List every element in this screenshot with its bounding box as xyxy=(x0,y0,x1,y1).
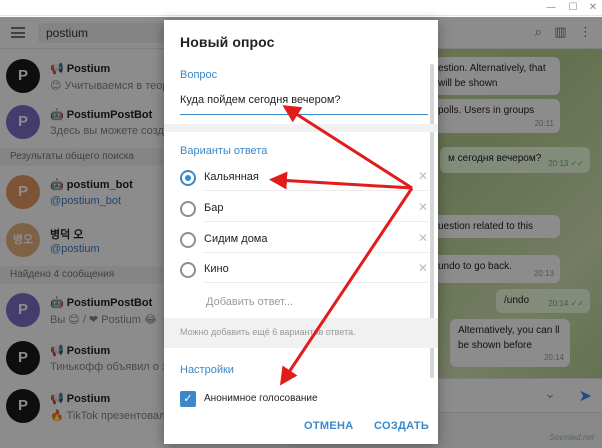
create-button[interactable]: СОЗДАТЬ xyxy=(374,420,429,432)
option-underline xyxy=(204,252,428,253)
remove-option-icon[interactable]: ✕ xyxy=(418,169,428,183)
radio[interactable] xyxy=(180,232,196,248)
question-section-label: Вопрос xyxy=(180,69,218,81)
remove-option-icon[interactable]: ✕ xyxy=(418,261,428,275)
question-input[interactable]: Куда пойдем сегодня вечером? xyxy=(180,94,341,106)
settings-section-label: Настройки xyxy=(180,364,234,376)
dialog-title: Новый опрос xyxy=(180,34,275,50)
anonymous-label: Анонимное голосование xyxy=(204,393,318,404)
close-icon[interactable]: ✕ xyxy=(586,1,600,14)
dialog-footer: ОТМЕНА СОЗДАТЬ xyxy=(164,410,438,444)
poll-option-2[interactable]: Бар ✕ xyxy=(180,199,428,222)
poll-option-1[interactable]: Кальянная ✕ xyxy=(180,168,428,191)
question-underline xyxy=(180,114,428,115)
poll-option-3[interactable]: Сидим дома ✕ xyxy=(180,230,428,253)
option-input[interactable]: Кальянная xyxy=(204,171,259,183)
radio[interactable] xyxy=(180,262,196,278)
maximize-icon[interactable]: ☐ xyxy=(566,1,580,14)
option-input[interactable]: Бар xyxy=(204,202,223,214)
add-option-input[interactable]: Добавить ответ... xyxy=(206,296,293,308)
new-poll-dialog: Новый опрос Вопрос Куда пойдем сегодня в… xyxy=(164,20,438,444)
poll-option-4[interactable]: Кино ✕ xyxy=(180,260,428,283)
option-underline xyxy=(204,282,428,283)
section-divider xyxy=(164,124,438,132)
option-underline xyxy=(204,221,428,222)
radio[interactable] xyxy=(180,201,196,217)
option-input[interactable]: Кино xyxy=(204,263,229,275)
window-titlebar: — ☐ ✕ xyxy=(0,0,602,16)
radio-selected[interactable] xyxy=(180,170,196,186)
anonymous-checkbox[interactable]: ✓ xyxy=(180,391,196,407)
cancel-button[interactable]: ОТМЕНА xyxy=(304,420,353,432)
option-underline xyxy=(204,190,428,191)
remove-option-icon[interactable]: ✕ xyxy=(418,200,428,214)
minimize-icon[interactable]: — xyxy=(544,1,558,14)
options-section-label: Варианты ответа xyxy=(180,145,268,157)
remove-option-icon[interactable]: ✕ xyxy=(418,231,428,245)
option-input[interactable]: Сидим дома xyxy=(204,233,268,245)
options-hint: Можно добавить ещё 6 вариантов ответа. xyxy=(180,327,356,337)
